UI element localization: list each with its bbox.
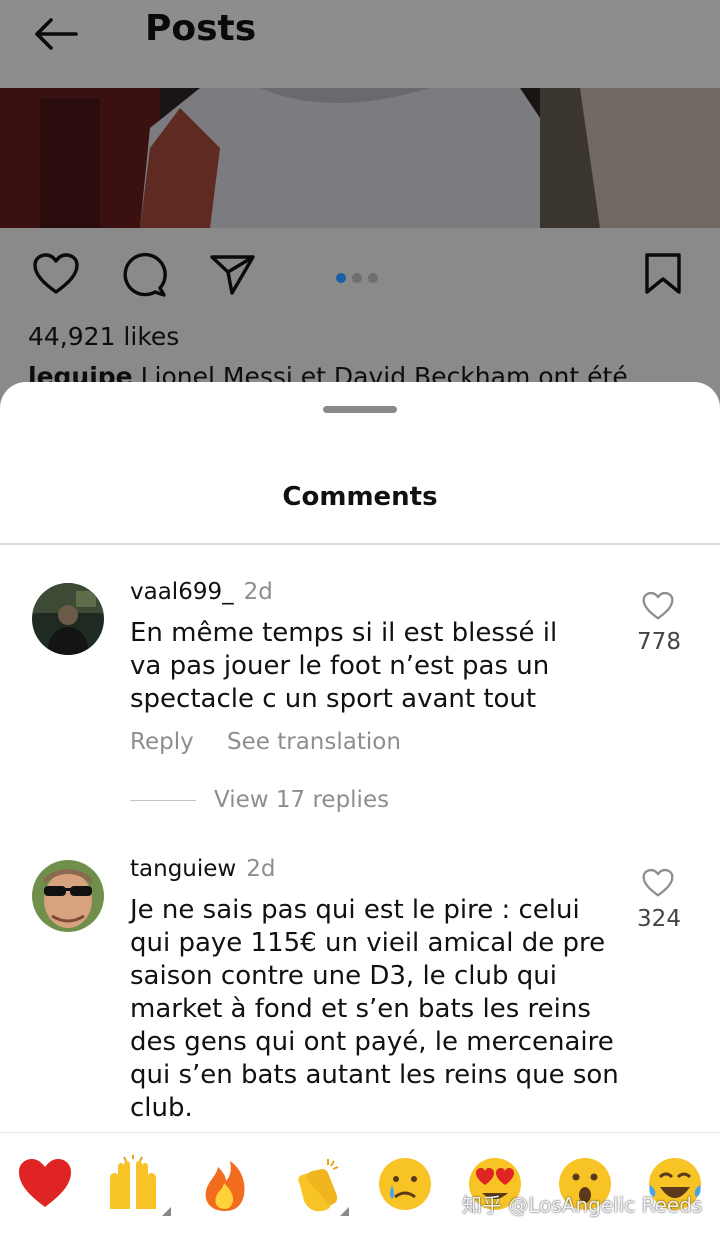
clapping-hands-emoji-icon[interactable] [288, 1155, 346, 1213]
carousel-dot [368, 273, 378, 283]
top-app-bar: Posts [0, 0, 720, 88]
comment-like-heart-icon[interactable] [641, 868, 675, 898]
comment-actions: Reply See translation [130, 729, 427, 755]
back-arrow-icon[interactable] [32, 14, 80, 54]
heart-icon[interactable] [32, 252, 80, 300]
comment-time: 2d [243, 579, 273, 605]
comment-text: Je ne sais pas qui est le pire : celui q… [130, 895, 619, 1123]
crying-face-emoji-icon[interactable] [376, 1155, 434, 1213]
post-photo[interactable] [0, 88, 720, 228]
post-action-row: 44,921 likes lequipe Lionel Messi et Dav… [0, 228, 720, 391]
comment-username[interactable]: vaal699_ 2d [130, 579, 273, 605]
reply-button[interactable]: Reply [130, 729, 194, 755]
comment-username[interactable]: tanguiew 2d [130, 856, 275, 882]
replies-divider-line [130, 800, 196, 801]
carousel-indicator [336, 268, 384, 287]
red-heart-emoji-icon[interactable] [16, 1155, 74, 1213]
watermark-text: 知乎 @LosAngelic Reeds [462, 1193, 703, 1217]
emoji-reaction-bar: 知乎 @LosAngelic Reeds [0, 1132, 720, 1234]
comment-like-heart-icon[interactable] [641, 591, 675, 621]
more-options-indicator [162, 1207, 171, 1216]
raising-hands-emoji-icon[interactable] [104, 1155, 162, 1213]
carousel-dot-active [336, 273, 346, 283]
comment-text: En même temps si il est blessé il va pas… [130, 618, 558, 714]
bookmark-icon[interactable] [644, 252, 684, 300]
avatar[interactable] [32, 583, 104, 655]
comment-like-count: 324 [637, 906, 681, 932]
see-translation-button[interactable]: See translation [227, 729, 401, 755]
comment-like-count: 778 [637, 629, 681, 655]
fire-emoji-icon[interactable] [196, 1155, 254, 1213]
more-options-indicator [340, 1207, 349, 1216]
sheet-drag-handle[interactable] [323, 406, 397, 413]
instagram-post-screen: Posts 44,921 likes lequipe Lionel Messi … [0, 0, 720, 1234]
divider [0, 543, 720, 545]
comment-time: 2d [246, 856, 276, 882]
comments-sheet: Comments vaal699_ 2d En même temps si il … [0, 382, 720, 1234]
comment-icon[interactable] [120, 252, 168, 302]
view-replies-button[interactable]: View 17 replies [130, 787, 389, 813]
likes-count[interactable]: 44,921 likes [28, 322, 179, 351]
avatar[interactable] [32, 860, 104, 932]
page-title: Posts [145, 8, 257, 49]
share-icon[interactable] [208, 252, 256, 300]
sheet-title: Comments [282, 482, 438, 512]
carousel-dot [352, 273, 362, 283]
